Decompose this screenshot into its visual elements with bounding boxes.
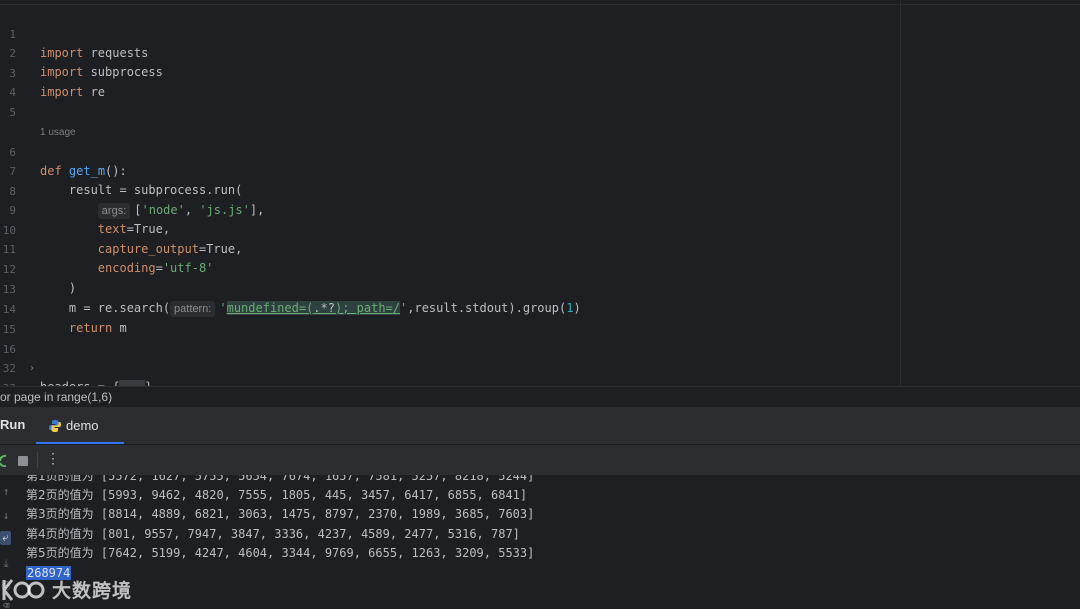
code-line-4[interactable]: 4 xyxy=(0,64,900,99)
console-output[interactable]: ↑ ↓ ⤶ ⤓ ⎙ ⌫ 第1页的值为 [5572, 1627, 5755, 56… xyxy=(0,475,1080,609)
page-label: 第3页的值为 xyxy=(26,507,94,521)
code-line-13[interactable]: 13 m = re.search(pattern:'mundefined=(.*… xyxy=(0,261,900,317)
page-values: [8814, 4889, 6821, 3063, 1475, 8797, 237… xyxy=(93,507,535,521)
code-line-3[interactable]: 3 import re xyxy=(0,45,900,99)
code-line-7[interactable]: 7 result = subprocess.run( xyxy=(0,143,900,197)
code-editor[interactable]: 1 import requests 2 import subprocess 3 … xyxy=(0,0,1080,386)
code-line-11[interactable]: 11 encoding='utf-8' xyxy=(0,221,900,275)
run-tool-window-header: Run demo xyxy=(0,408,1080,444)
console-line: 第5页的值为 [7642, 5199, 4247, 4604, 3344, 97… xyxy=(26,544,534,563)
code-line-32[interactable]: 32 xyxy=(0,340,900,375)
run-toolbar: ⋮ xyxy=(0,444,1080,476)
line-number: 33 xyxy=(0,379,16,386)
console-line: 第1页的值为 [5572, 1627, 5755, 5654, 7674, 16… xyxy=(26,475,534,486)
page-values: [5993, 9462, 4820, 7555, 1805, 445, 3457… xyxy=(93,488,528,502)
watermark-text: 大数跨境 xyxy=(52,580,133,602)
usage-hint-line: 1 usage xyxy=(0,104,900,138)
breadcrumb-item[interactable]: or page in range(1,6) xyxy=(0,387,112,408)
code-line-15[interactable]: 15 xyxy=(0,301,900,336)
page-label: 第5页的值为 xyxy=(26,546,94,560)
code-line-6[interactable]: 6 def get_m(): xyxy=(0,124,900,178)
code-line-14[interactable]: 14 return m xyxy=(0,281,900,335)
code-line-10[interactable]: 10 capture_output=True, xyxy=(0,202,900,256)
code-line-12[interactable]: 12 ) xyxy=(0,241,900,295)
code-line-9[interactable]: 9 text=True, xyxy=(0,182,900,236)
scroll-up-icon[interactable]: ↑ xyxy=(0,485,12,499)
console-line: 第2页的值为 [5993, 9462, 4820, 7555, 1805, 44… xyxy=(26,486,527,505)
python-icon xyxy=(49,420,61,432)
tab-demo[interactable]: demo xyxy=(36,408,124,444)
page-label: 第1页的值为 xyxy=(26,475,94,483)
page-label: 第4页的值为 xyxy=(26,527,94,541)
more-options-icon[interactable]: ⋮ xyxy=(46,450,60,467)
tab-demo-label: demo xyxy=(66,418,99,433)
code-line-5[interactable]: 5 xyxy=(0,84,900,119)
code-line-1[interactable]: 1 import requests xyxy=(0,6,900,60)
run-panel-title: Run xyxy=(0,417,26,432)
watermark: 大数跨境 xyxy=(0,572,150,606)
stop-button[interactable] xyxy=(18,456,28,466)
console-line: 第4页的值为 [801, 9557, 7947, 3847, 3336, 423… xyxy=(26,525,520,544)
watermark-logo-icon xyxy=(2,579,45,601)
code-line-16[interactable]: 16 › headers = {...} xyxy=(0,321,900,386)
right-margin-guide xyxy=(900,0,901,386)
page-values: [7642, 5199, 4247, 4604, 3344, 9769, 665… xyxy=(93,546,535,560)
page-values: [5572, 1627, 5755, 5654, 7674, 1657, 758… xyxy=(93,475,535,483)
soft-wrap-icon[interactable]: ⤶ xyxy=(0,531,11,545)
page-values: [801, 9557, 7947, 3847, 3336, 4237, 4589… xyxy=(93,527,520,541)
scroll-down-icon[interactable]: ↓ xyxy=(0,509,12,523)
code-line-33[interactable]: 33 xyxy=(0,360,900,386)
editor-top-border xyxy=(0,4,1080,5)
code-line-2[interactable]: 2 import subprocess xyxy=(0,25,900,79)
code-line-8[interactable]: 8 args: ['node', 'js.js'], xyxy=(0,163,900,219)
breadcrumb[interactable]: or page in range(1,6) xyxy=(0,386,1080,408)
scroll-to-end-icon[interactable]: ⤓ xyxy=(0,557,12,571)
console-line: 第3页的值为 [8814, 4889, 6821, 3063, 1475, 87… xyxy=(26,505,534,524)
toolbar-divider xyxy=(37,452,38,468)
page-label: 第2页的值为 xyxy=(26,488,94,502)
rerun-icon[interactable] xyxy=(0,453,8,467)
